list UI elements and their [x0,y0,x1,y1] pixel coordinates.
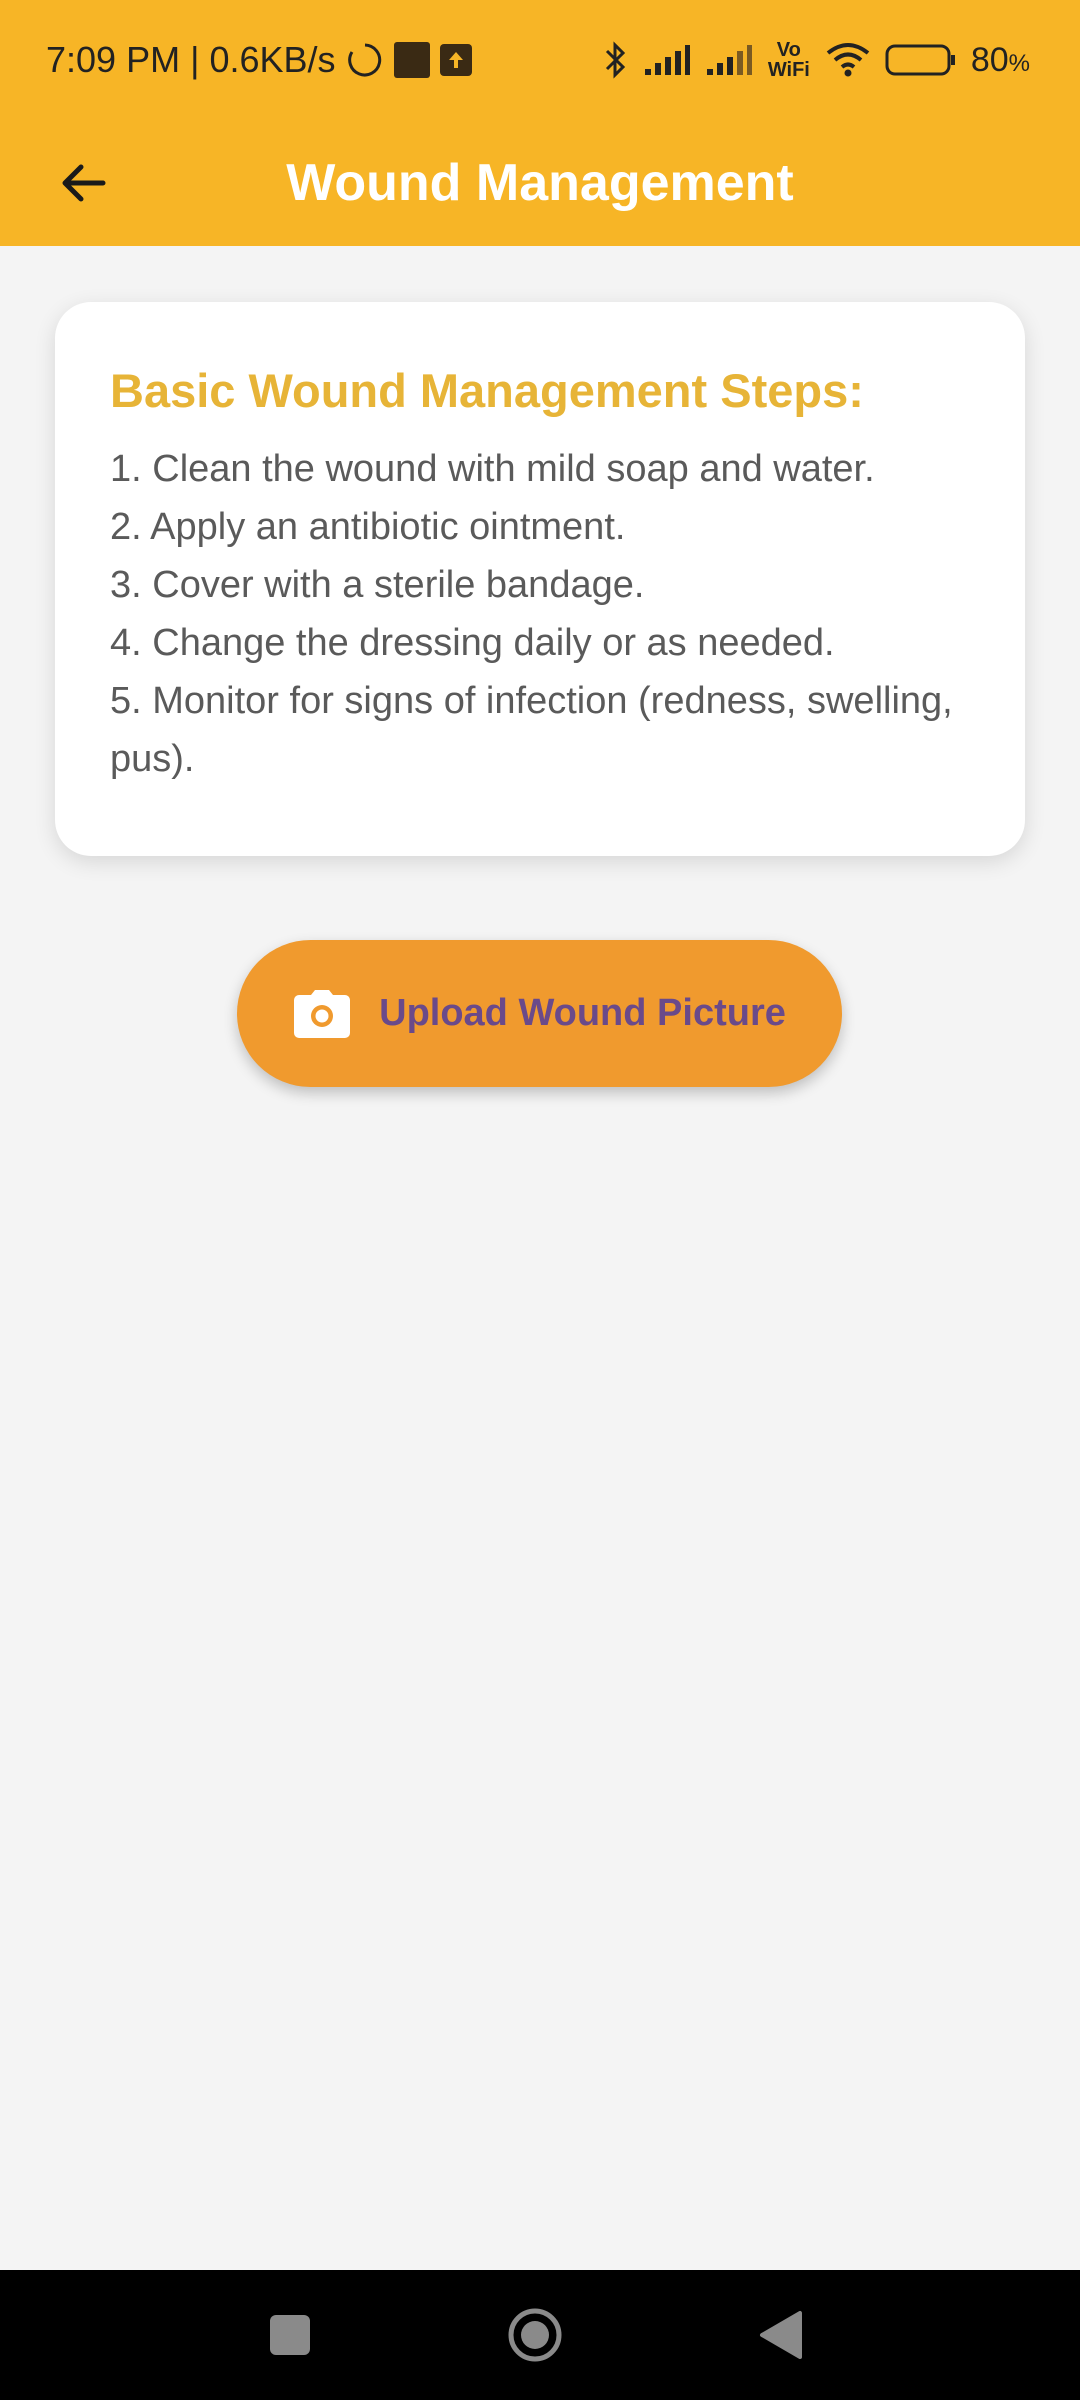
upload-wound-picture-button[interactable]: Upload Wound Picture [237,940,842,1087]
info-card: Basic Wound Management Steps: 1. Clean t… [55,302,1025,856]
net-speed: 0.6KB/s [209,39,336,80]
card-heading: Basic Wound Management Steps: [110,364,864,417]
status-right: Vo WiFi 80% [603,36,1030,84]
step-item: 3. Cover with a sterile bandage. [110,564,645,606]
status-time: 7:09 PM [46,39,181,80]
home-circle-icon [508,2308,562,2362]
signal-icon [644,45,690,75]
steps-list: 1. Clean the wound with mild soap and wa… [110,440,970,788]
status-left: 7:09 PM | 0.6KB/s [46,36,472,84]
step-item: 5. Monitor for signs of infection (redne… [110,680,953,780]
recents-button[interactable] [255,2300,325,2370]
vowifi-label: Vo WiFi [767,39,810,81]
battery-icon [885,44,955,76]
page-title: Wound Management [286,154,794,212]
app-bar: Wound Management [0,120,1080,246]
back-nav-button[interactable] [745,2300,815,2370]
status-bar: 7:09 PM | 0.6KB/s Vo WiFi 80% [0,0,1080,120]
step-item: 1. Clean the wound with mild soap and wa… [110,448,875,490]
notification-square-icon [393,42,430,78]
battery-percent: 80% [970,40,1030,79]
sync-circle-icon [347,43,381,77]
system-nav-bar [0,2270,1080,2400]
status-separator: | [190,39,200,80]
bluetooth-icon [605,41,625,79]
upload-button-label: Upload Wound Picture [379,992,786,1034]
app-header: 7:09 PM | 0.6KB/s Vo WiFi 80% Wound Mana… [0,0,1080,246]
square-icon [270,2315,310,2355]
upload-icon [439,44,472,76]
triangle-back-icon [760,2311,802,2359]
home-button[interactable] [500,2300,570,2370]
step-item: 2. Apply an antibiotic ointment. [110,506,626,548]
signal-icon [706,45,752,75]
wifi-icon [826,43,870,77]
camera-icon [294,989,351,1038]
step-item: 4. Change the dressing daily or as neede… [110,622,835,664]
